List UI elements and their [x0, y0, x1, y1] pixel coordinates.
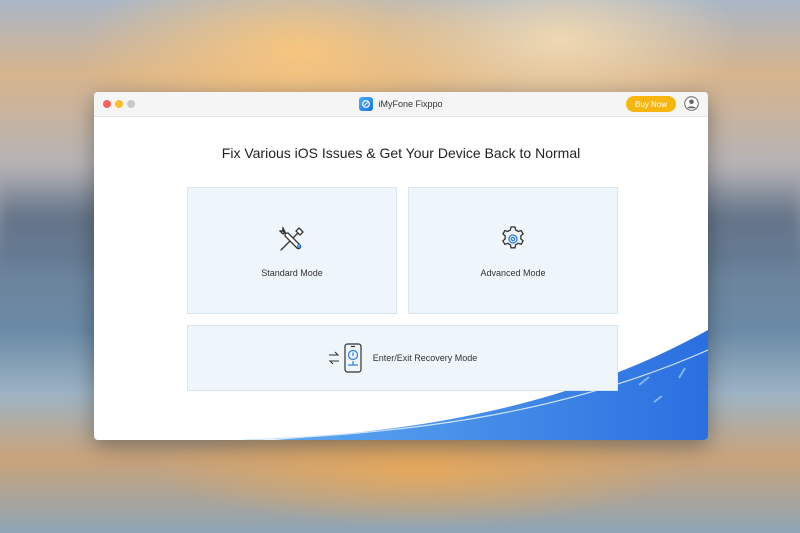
recovery-mode-card[interactable]: Enter/Exit Recovery Mode — [187, 325, 618, 391]
gear-icon — [498, 224, 528, 256]
advanced-mode-label: Advanced Mode — [480, 267, 546, 278]
account-icon[interactable] — [684, 96, 699, 111]
app-title: iMyFone Fixppo — [94, 96, 708, 112]
recovery-mode-label: Enter/Exit Recovery Mode — [372, 353, 478, 363]
recovery-phone-icon — [328, 343, 363, 373]
app-logo-icon — [359, 97, 374, 111]
buy-now-button[interactable]: Buy Now — [626, 96, 676, 112]
app-window: iMyFone Fixppo Buy Now Fix Various iOS I… — [94, 92, 708, 440]
tools-icon — [277, 224, 307, 256]
app-name: iMyFone Fixppo — [378, 99, 443, 109]
standard-mode-label: Standard Mode — [261, 267, 323, 278]
advanced-mode-card[interactable]: Advanced Mode — [408, 187, 618, 314]
standard-mode-card[interactable]: Standard Mode — [187, 187, 397, 314]
page-title: Fix Various iOS Issues & Get Your Device… — [221, 145, 581, 161]
title-bar: iMyFone Fixppo Buy Now — [94, 92, 708, 117]
